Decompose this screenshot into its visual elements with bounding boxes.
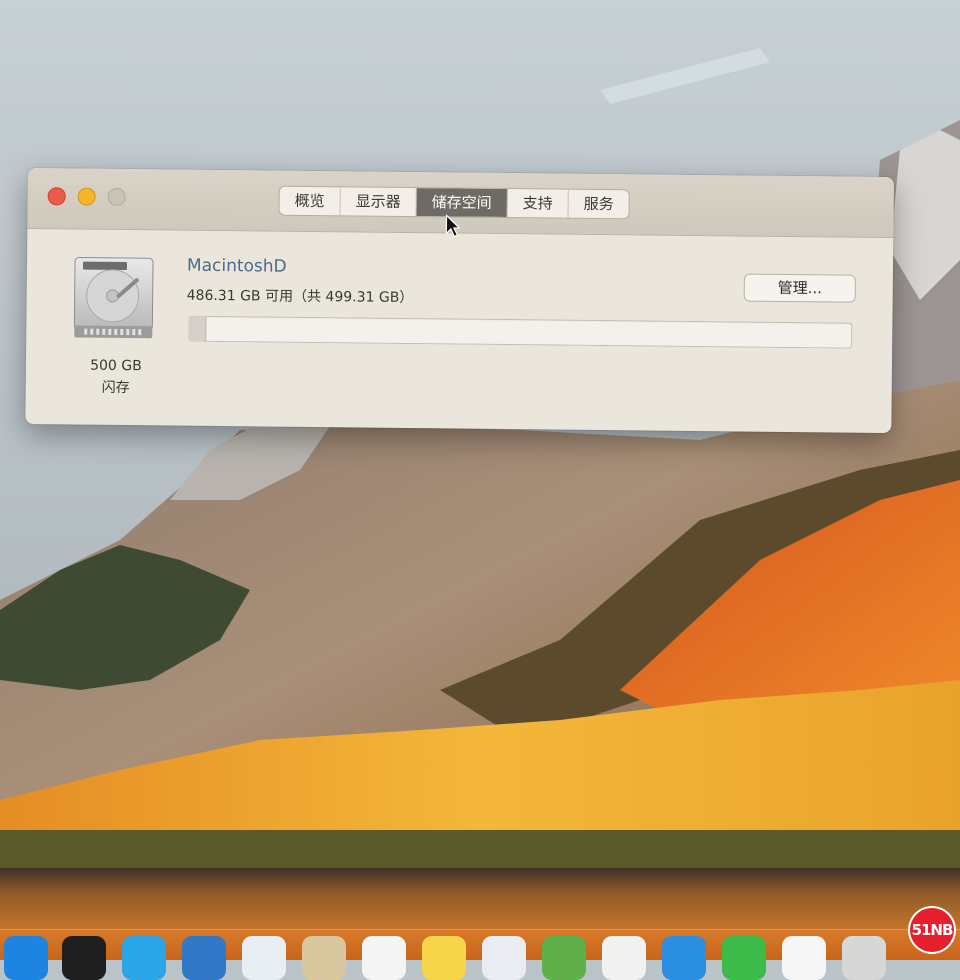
tab-displays[interactable]: 显示器 [340, 187, 417, 217]
minimize-icon[interactable] [77, 187, 96, 206]
hard-drive-icon [73, 257, 154, 339]
disk-free-space: 486.31 GB 可用（共 499.31 GB） [186, 287, 414, 307]
dock-app-icon[interactable] [482, 936, 526, 980]
dock-app-icon[interactable] [422, 936, 466, 980]
dock-app-icon[interactable] [842, 936, 886, 980]
dock-app-icon[interactable] [662, 936, 706, 980]
dock [0, 930, 960, 980]
photos-icon[interactable] [602, 936, 646, 980]
calendar-icon[interactable] [362, 936, 406, 980]
storage-usage-bar [188, 315, 853, 349]
music-icon[interactable] [782, 936, 826, 980]
tab-service[interactable]: 服务 [569, 190, 629, 219]
zoom-icon [107, 187, 126, 207]
storage-used-segment [188, 315, 207, 342]
dock-app-icon[interactable] [4, 936, 48, 980]
disk-name: MacintoshD [186, 255, 287, 277]
desktop-wallpaper [0, 0, 960, 960]
tab-storage[interactable]: 储存空间 [416, 188, 508, 218]
dock-app-icon[interactable] [62, 936, 106, 980]
dock-app-icon[interactable] [542, 936, 586, 980]
manage-button[interactable]: 管理... [744, 274, 855, 302]
tab-overview[interactable]: 概览 [279, 186, 341, 216]
dock-app-icon[interactable] [122, 936, 166, 980]
dock-app-icon[interactable] [722, 936, 766, 980]
storage-panel: 500 GB 闪存 MacintoshD 486.31 GB 可用（共 499.… [25, 229, 893, 433]
title-bar[interactable]: 概览 显示器 储存空间 支持 服务 [27, 168, 894, 239]
disk-type: 闪存 [101, 379, 130, 397]
close-icon[interactable] [47, 187, 66, 206]
watermark-logo: 51NB [910, 908, 954, 952]
about-this-mac-window: 概览 显示器 储存空间 支持 服务 500 GB 闪存 MacintoshD 4… [25, 168, 894, 434]
tab-support[interactable]: 支持 [507, 189, 569, 218]
disk-capacity: 500 GB [90, 357, 142, 375]
dock-app-icon[interactable] [242, 936, 286, 980]
dock-app-icon[interactable] [182, 936, 226, 980]
dock-app-icon[interactable] [302, 936, 346, 980]
